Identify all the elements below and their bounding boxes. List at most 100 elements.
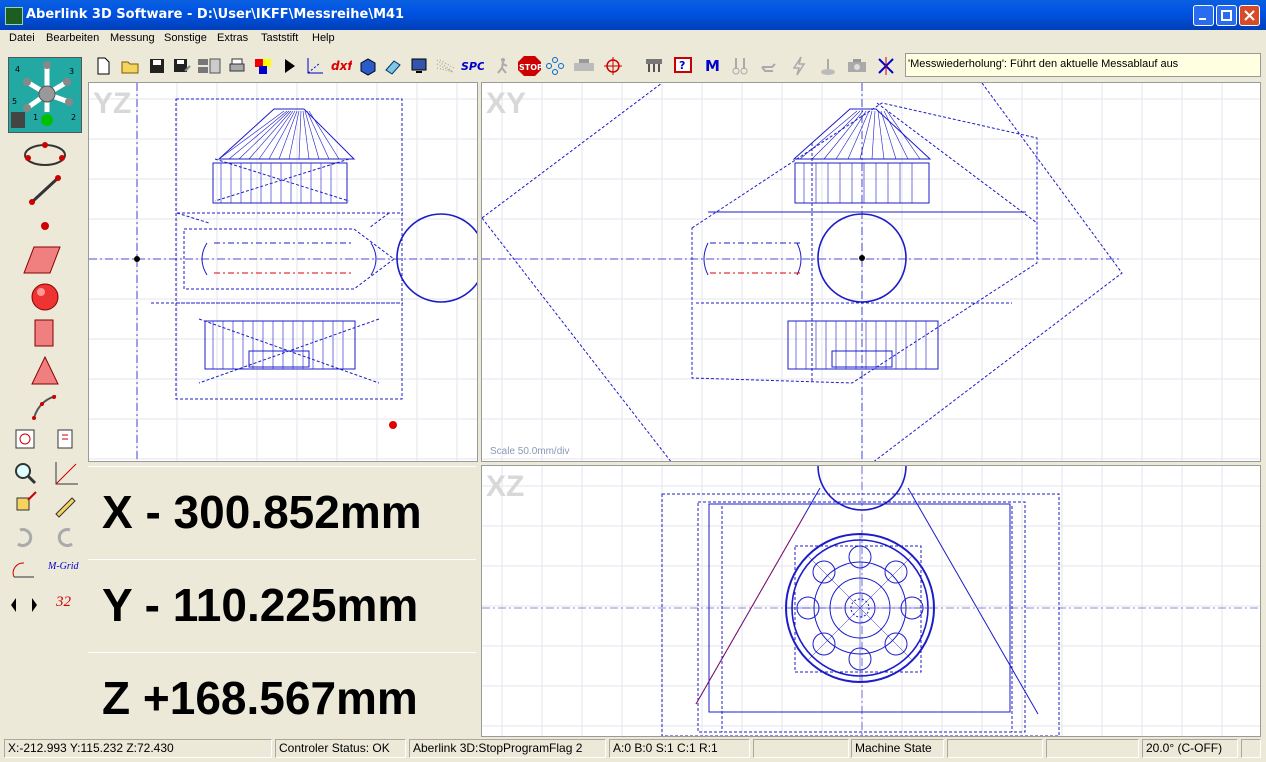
walker-icon[interactable] [491, 55, 513, 77]
close-button[interactable] [1239, 5, 1260, 26]
run-program-icon[interactable] [278, 55, 300, 77]
lightning-icon[interactable] [788, 55, 810, 77]
edit-pen-icon[interactable] [48, 490, 82, 520]
menu-extras[interactable]: Extras [217, 32, 248, 44]
resize-grip[interactable] [1241, 739, 1261, 758]
svg-text:M: M [705, 57, 720, 75]
print-icon[interactable] [226, 55, 248, 77]
plane-feature-icon[interactable] [20, 245, 70, 275]
monitor-icon[interactable] [408, 55, 430, 77]
app-icon [5, 7, 23, 25]
circle-feature-icon[interactable] [20, 140, 70, 170]
cone-feature-icon[interactable] [20, 356, 70, 386]
mgrid-button[interactable]: M-Grid [48, 561, 79, 572]
new-file-icon[interactable] [92, 55, 114, 77]
z-coordinate-readout: Z +168.567mm [88, 652, 476, 742]
x-coordinate-value: X - 300.852mm [102, 486, 422, 538]
scale-label: Scale 50.0mm/div [490, 446, 570, 457]
curve-feature-icon[interactable] [20, 392, 70, 422]
probe-count: 32 [56, 594, 71, 610]
svg-text:1: 1 [33, 113, 38, 122]
stop-icon[interactable]: STOP [517, 55, 542, 77]
point-feature-icon[interactable] [20, 212, 70, 242]
view-yz-label: YZ [93, 87, 132, 120]
cylinder-feature-icon[interactable] [20, 318, 70, 348]
save-as-icon[interactable] [171, 55, 193, 77]
status-controller: Controler Status: OK [275, 739, 406, 758]
status-position: X:-212.993 Y:115.232 Z:72.430 [4, 739, 272, 758]
zoom-icon[interactable] [8, 458, 42, 488]
colors-icon[interactable] [252, 55, 274, 77]
x-cross-icon[interactable] [875, 55, 897, 77]
hand-icon[interactable] [758, 55, 780, 77]
dxf-icon[interactable]: dxf [330, 55, 352, 77]
minimize-button[interactable] [1193, 5, 1214, 26]
redo-icon[interactable] [48, 522, 82, 552]
svg-text:dxf: dxf [331, 59, 352, 73]
toolbar: dxf SPC STOP ? M [88, 52, 903, 80]
probe-rack-icon[interactable] [643, 55, 665, 77]
probe-selector[interactable]: 4 3 5 1 2 [8, 57, 82, 133]
angle-tool-icon[interactable] [8, 553, 42, 583]
crosshair-icon[interactable] [602, 55, 624, 77]
status-empty-1 [753, 739, 849, 758]
status-bar: X:-212.993 Y:115.232 Z:72.430 Controler … [0, 738, 1266, 762]
maximize-button[interactable] [1216, 5, 1237, 26]
eraser-icon[interactable] [382, 55, 404, 77]
undo-icon[interactable] [8, 522, 42, 552]
save-icon[interactable] [146, 55, 168, 77]
joystick-icon[interactable] [817, 55, 839, 77]
status-axes: A:0 B:0 S:1 C:1 R:1 [609, 739, 750, 758]
camera-icon[interactable] [845, 55, 871, 77]
help-icon[interactable]: ? [672, 55, 694, 77]
svg-text:STOP: STOP [519, 63, 542, 72]
svg-text:?: ? [679, 59, 685, 72]
window-title: Aberlink 3D Software - D:\User\IKFF\Mess… [26, 7, 405, 22]
points-cloud-icon[interactable] [544, 55, 566, 77]
svg-text:SPC: SPC [461, 60, 484, 73]
probe-star-icon: 4 3 5 1 2 [11, 61, 76, 128]
grid-pattern-icon[interactable] [434, 55, 456, 77]
status-machine: Machine State [851, 739, 944, 758]
status-empty-3 [1046, 739, 1139, 758]
probe-pair-icon[interactable] [729, 55, 751, 77]
menu-help[interactable]: Help [312, 32, 335, 44]
line-feature-icon[interactable] [20, 175, 70, 205]
machine-icon[interactable] [571, 55, 597, 77]
menu-datei[interactable]: Datei [9, 32, 35, 44]
delete-feature-icon[interactable] [8, 490, 42, 520]
view-xy-label: XY [486, 87, 527, 120]
sphere-feature-icon[interactable] [20, 282, 70, 312]
feature-table-icon[interactable] [196, 55, 222, 77]
view-select-icon[interactable] [48, 425, 82, 455]
z-coordinate-value: Z +168.567mm [102, 672, 418, 724]
menu-messung[interactable]: Messung [110, 32, 155, 44]
minimize-icon [1199, 18, 1206, 20]
view-xz[interactable]: XZ [481, 465, 1261, 737]
menu-taststift[interactable]: Taststift [261, 32, 298, 44]
axis-alignment-icon[interactable] [304, 55, 326, 77]
svg-text:4: 4 [15, 65, 20, 74]
menu-sonstige[interactable]: Sonstige [164, 32, 207, 44]
y-coordinate-value: Y - 110.225mm [102, 579, 419, 631]
xz-drawing [482, 466, 1260, 736]
datum-icon[interactable] [48, 458, 82, 488]
view-xz-label: XZ [486, 470, 525, 503]
maximize-icon [1221, 10, 1232, 21]
menu-bearbeiten[interactable]: Bearbeiten [46, 32, 99, 44]
open-folder-icon[interactable] [119, 55, 141, 77]
view-yz[interactable]: YZ [88, 82, 478, 462]
menu-bar: Datei Bearbeiten Messung Sonstige Extras… [0, 30, 1266, 48]
status-flag: Aberlink 3D:StopProgramFlag 2 [409, 739, 606, 758]
message-tooltip: 'Messwiederholung': Führt den aktuelle M… [905, 53, 1261, 77]
yz-drawing [89, 83, 477, 461]
xy-drawing [482, 83, 1260, 461]
title-bar: Aberlink 3D Software - D:\User\IKFF\Mess… [0, 0, 1266, 30]
arrows-icon[interactable] [6, 590, 42, 620]
spc-icon[interactable]: SPC [460, 55, 484, 77]
m-icon[interactable]: M [702, 55, 724, 77]
close-icon [1244, 10, 1255, 21]
view-xy[interactable]: XY Scale 50.0mm/div [481, 82, 1261, 462]
cube-icon[interactable] [356, 55, 378, 77]
zoom-fit-icon[interactable] [8, 425, 42, 455]
